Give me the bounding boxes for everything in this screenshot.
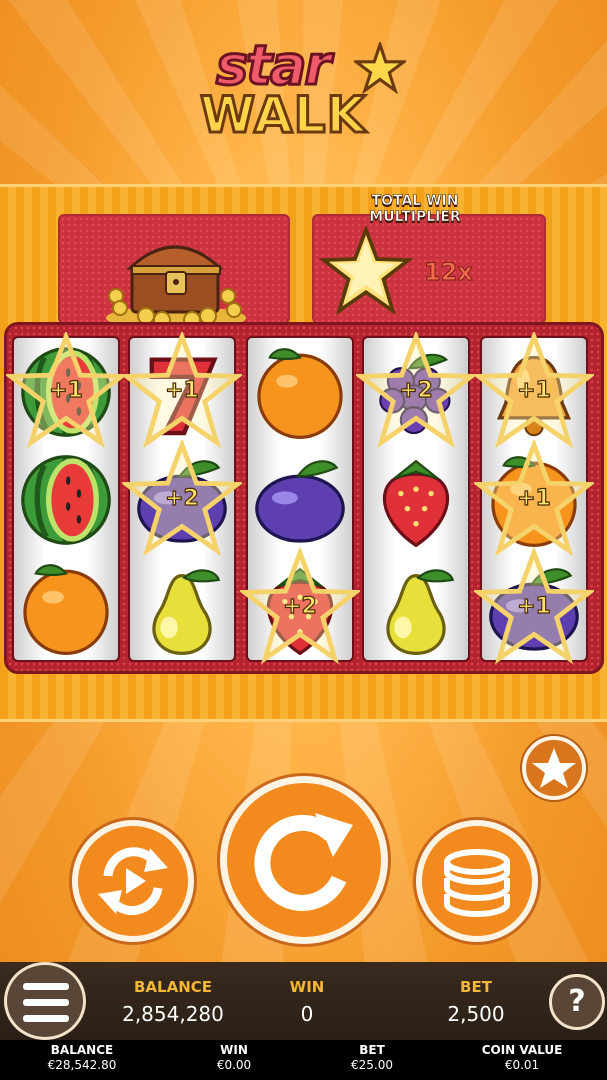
star-badge: +1 [472, 437, 596, 560]
reel-3: +2 [238, 336, 362, 665]
watermelon-icon [21, 455, 111, 545]
favourite-button[interactable] [522, 736, 586, 800]
help-button[interactable]: ? [549, 974, 605, 1030]
multiplier-label: TOTAL WIN MULTIPLIER [369, 193, 461, 226]
star-badge: +1 [472, 329, 596, 452]
watermelon-symbol [12, 446, 120, 554]
win-stat: WIN 0 [262, 978, 352, 1026]
orange-icon [23, 564, 109, 655]
star-badge: +2 [238, 545, 362, 668]
orange-icon [257, 348, 343, 439]
footer-bar: BALANCE €28,542.80 WIN €0.00 BET €25.00 … [0, 1040, 607, 1080]
reel-4: +2 [354, 329, 478, 662]
balance-value: 2,854,280 [122, 1002, 224, 1026]
balance-stat: BALANCE 2,854,280 [110, 978, 236, 1026]
win-label: WIN [289, 978, 325, 996]
footer-coin-value: COIN VALUE €0.01 [472, 1043, 572, 1073]
badge-multiplier-text: +2 [399, 377, 434, 403]
star-badge: +2 [354, 329, 478, 452]
balance-label: BALANCE [133, 978, 213, 996]
multiplier-value: 12x [424, 258, 474, 287]
footer-bet-value: €25.00 [351, 1058, 393, 1072]
pear-symbol [128, 554, 236, 662]
footer-coin-amount: €0.01 [504, 1058, 540, 1072]
win-value: 0 [300, 1002, 314, 1026]
hamburger-line [23, 999, 69, 1006]
footer-win: WIN €0.00 [196, 1043, 272, 1073]
reel-1: +1 [4, 329, 128, 662]
star-icon [532, 748, 576, 788]
spin-icon [254, 813, 353, 911]
plum-symbol: +1 [472, 545, 596, 665]
star-badge: +1 [120, 329, 244, 452]
star-badge: +2 [120, 437, 244, 560]
logo-line-2: WALK [198, 85, 367, 146]
hamburger-line [23, 1015, 69, 1022]
coin-stack-icon [444, 849, 510, 917]
autoplay-button[interactable] [72, 820, 194, 942]
badge-multiplier-text: +1 [165, 377, 200, 403]
hamburger-icon [23, 983, 69, 990]
plum-symbol [246, 446, 354, 554]
footer-win-label: WIN [220, 1043, 248, 1057]
plum-symbol: +2 [120, 437, 244, 557]
badge-multiplier-text: +1 [517, 377, 552, 403]
footer-balance-value: €28,542.80 [47, 1058, 117, 1072]
strawberry-icon [382, 459, 450, 548]
treasure-chest-icon [106, 245, 246, 330]
pear-icon [386, 569, 455, 655]
footer-bet-label: BET [359, 1043, 385, 1057]
bell-symbol: +1 [472, 329, 596, 449]
spin-button[interactable] [220, 776, 388, 944]
star-badge: +1 [472, 545, 596, 668]
badge-multiplier-text: +2 [283, 593, 318, 619]
grapes-symbol: +2 [354, 329, 478, 449]
bet-label: BET [460, 978, 492, 996]
bet-value: 2,500 [447, 1002, 505, 1026]
pear-icon [152, 569, 221, 655]
pear-symbol [362, 554, 470, 662]
multiplier-star-icon [318, 226, 414, 316]
badge-multiplier-text: +1 [517, 593, 552, 619]
footer-balance: BALANCE €28,542.80 [34, 1043, 130, 1073]
footer-win-value: €0.00 [216, 1058, 252, 1072]
footer-coin-label: COIN VALUE [481, 1043, 563, 1057]
badge-multiplier-text: +1 [49, 377, 84, 403]
orange-symbol [246, 338, 354, 446]
autoplay-icon [98, 847, 168, 915]
badge-multiplier-text: +1 [517, 485, 552, 511]
game-logo: star WALK [196, 24, 416, 146]
star-badge: +1 [4, 329, 128, 452]
seven-symbol: +1 [120, 329, 244, 449]
watermelon-symbol: +1 [4, 329, 128, 449]
logo-star-icon [354, 42, 406, 94]
bet-stat: BET 2,500 [430, 978, 522, 1026]
strawberry-symbol [362, 446, 470, 554]
reel-2: +1 +2 [120, 329, 244, 662]
orange-symbol: +1 [472, 437, 596, 557]
orange-symbol [12, 554, 120, 662]
menu-button[interactable] [4, 962, 86, 1040]
strawberry-symbol: +2 [238, 545, 362, 665]
plum-icon [255, 460, 345, 543]
reel-5: +1 +1 +1 [472, 329, 596, 665]
bet-button[interactable] [416, 820, 538, 942]
footer-balance-label: BALANCE [50, 1043, 114, 1057]
footer-bet: BET €25.00 [334, 1043, 410, 1073]
badge-multiplier-text: +2 [165, 485, 200, 511]
